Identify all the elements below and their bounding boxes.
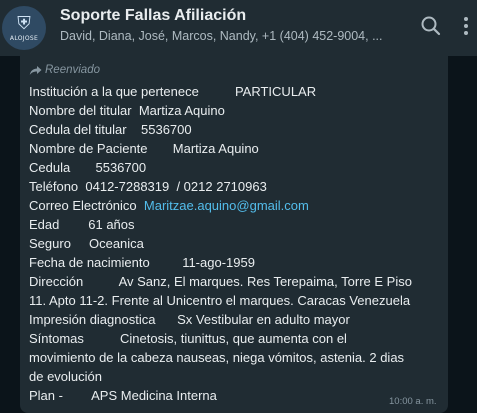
avatar-logo-text: ALOJOSE bbox=[9, 34, 39, 42]
message-line: Cedula del titular 5536700 bbox=[29, 122, 192, 137]
message-line: Nombre del titular Martiza Aquino bbox=[29, 103, 225, 118]
more-vertical-icon bbox=[464, 17, 468, 35]
message-line: Plan - APS Medicina Interna bbox=[29, 388, 217, 403]
chat-members[interactable]: David, Diana, José, Marcos, Nandy, +1 (4… bbox=[60, 29, 395, 43]
menu-button[interactable] bbox=[458, 12, 477, 40]
message-line: Nombre de Paciente Martiza Aquino bbox=[29, 141, 259, 156]
message-line: Fecha de nacimiento 11-ago-1959 bbox=[29, 255, 255, 270]
message-line: movimiento de la cabeza nauseas, niega v… bbox=[29, 350, 405, 365]
forwarded-text: Reenviado bbox=[45, 64, 100, 76]
message-line: Institución a la que pertenece PARTICULA… bbox=[29, 84, 317, 99]
search-button[interactable] bbox=[417, 12, 445, 40]
message-line: Cedula 5536700 bbox=[29, 160, 147, 175]
message-line: Impresión diagnostica Sx Vestibular en a… bbox=[29, 312, 350, 327]
chat-header[interactable]: ⛨ ALOJOSE Soporte Fallas Afiliación Davi… bbox=[0, 0, 477, 56]
group-avatar[interactable]: ⛨ ALOJOSE bbox=[2, 6, 46, 50]
email-link[interactable]: Maritzae.aquino@gmail.com bbox=[144, 198, 309, 213]
search-icon bbox=[421, 16, 441, 36]
message-timestamp: 10:00 a. m. bbox=[389, 396, 437, 407]
chat-title[interactable]: Soporte Fallas Afiliación bbox=[60, 7, 246, 25]
message-line: Teléfono 0412-7288319 / 0212 2710963 bbox=[29, 179, 267, 194]
avatar-logo-icon: ⛨ bbox=[17, 12, 31, 34]
message-line: Seguro Oceanica bbox=[29, 236, 144, 251]
email-line: Correo Electrónico Maritzae.aquino@gmail… bbox=[29, 198, 309, 213]
message-line: de evolución bbox=[29, 369, 102, 384]
message-line: 11. Apto 11-2. Frente al Unicentro el ma… bbox=[29, 293, 411, 308]
forward-arrow-icon bbox=[29, 65, 42, 75]
message-line: Dirección Av Sanz, El marques. Res Terep… bbox=[29, 274, 412, 289]
message-line: Síntomas Cinetosis, tiunittus, que aumen… bbox=[29, 331, 347, 346]
forwarded-label: Reenviado bbox=[29, 64, 100, 76]
message-line: Edad 61 años bbox=[29, 217, 135, 232]
email-label: Correo Electrónico bbox=[29, 198, 144, 213]
